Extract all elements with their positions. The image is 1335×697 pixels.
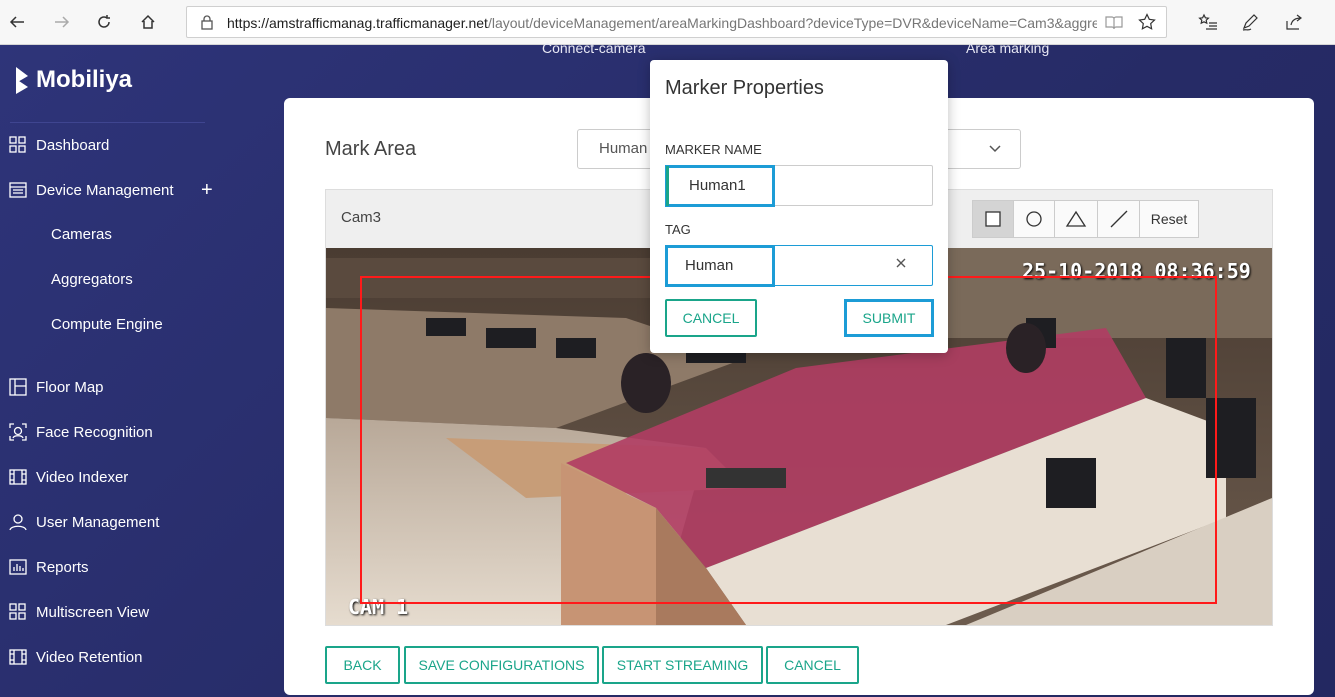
sidebar-item-label: Face Recognition — [36, 423, 153, 441]
browser-toolbar: https://amstrafficmanag.trafficmanager.n… — [0, 0, 1335, 45]
forward-arrow-icon[interactable] — [50, 10, 74, 34]
sidebar-item-device-management[interactable]: Device Management — [8, 176, 174, 204]
lock-icon — [201, 15, 213, 35]
sidebar-item-face-recognition[interactable]: Face Recognition — [8, 418, 153, 446]
sidebar-item-video-retention[interactable]: Video Retention — [8, 643, 142, 671]
sidebar-item-dashboard[interactable]: Dashboard — [8, 131, 109, 159]
address-bar[interactable]: https://amstrafficmanag.trafficmanager.n… — [186, 6, 1167, 38]
sidebar-item-user-management[interactable]: User Management — [8, 508, 159, 536]
home-icon[interactable] — [136, 10, 160, 34]
pen-notes-icon[interactable] — [1238, 10, 1262, 34]
floor-map-icon — [8, 377, 28, 397]
tag-label: TAG — [665, 222, 691, 237]
circle-tool[interactable] — [1014, 201, 1055, 237]
input-accent-bar — [666, 166, 669, 206]
dialog-cancel-button[interactable]: CANCEL — [665, 299, 757, 337]
step-area-marking: Area marking — [966, 40, 1050, 56]
triangle-icon — [1065, 210, 1087, 227]
sidebar-subitem-aggregators[interactable]: Aggregators — [51, 271, 133, 288]
sidebar-item-label: Reports — [36, 558, 89, 576]
sidebar-item-label: Floor Map — [36, 378, 104, 396]
favorite-star-icon[interactable] — [1138, 13, 1156, 36]
sidebar-item-floor-map[interactable]: Floor Map — [8, 373, 104, 401]
sidebar-item-label: Dashboard — [36, 136, 110, 154]
back-arrow-icon[interactable] — [5, 10, 29, 34]
tag-value: Human — [685, 257, 734, 274]
face-scan-icon — [8, 422, 28, 442]
line-icon — [1110, 210, 1127, 228]
sidebar-item-label: Device Management — [36, 181, 174, 199]
reset-button[interactable]: Reset — [1140, 201, 1198, 237]
user-icon — [8, 512, 28, 532]
line-tool[interactable] — [1098, 201, 1140, 237]
mobiliya-logo-icon — [16, 67, 28, 94]
favorites-list-icon[interactable] — [1196, 10, 1220, 34]
select-value: Human — [599, 140, 648, 157]
device-list-icon — [8, 180, 28, 200]
share-icon[interactable] — [1282, 10, 1306, 34]
sidebar-item-label: Multiscreen View — [36, 603, 150, 621]
brand-logo[interactable]: Mobiliya — [14, 65, 132, 95]
step-connect-camera: Connect-camera — [542, 40, 646, 56]
film-icon — [8, 467, 28, 487]
bar-chart-icon — [8, 557, 28, 577]
shape-toolbar: Reset — [972, 200, 1199, 238]
start-streaming-button[interactable]: START STREAMING — [602, 646, 763, 684]
film-icon — [8, 647, 28, 667]
reading-view-icon[interactable] — [1105, 15, 1123, 35]
save-configurations-button[interactable]: SAVE CONFIGURATIONS — [404, 646, 599, 684]
chevron-down-icon — [988, 138, 1002, 163]
sidebar-subitem-compute-engine[interactable]: Compute Engine — [51, 316, 163, 333]
camera-name: Cam3 — [341, 209, 382, 226]
grid-icon — [8, 602, 28, 622]
url-host: https://amstrafficmanag.trafficmanager.n… — [227, 15, 488, 31]
sidebar-item-video-indexer[interactable]: Video Indexer — [8, 463, 128, 491]
cancel-button[interactable]: CANCEL — [766, 646, 859, 684]
grid-icon — [8, 135, 28, 155]
clear-icon[interactable] — [894, 256, 908, 275]
page-title: Mark Area — [325, 138, 417, 160]
sidebar-item-multiscreen-view[interactable]: Multiscreen View — [8, 598, 149, 626]
sidebar-divider — [10, 122, 205, 123]
refresh-icon[interactable] — [92, 10, 116, 34]
dialog-title: Marker Properties — [665, 77, 824, 99]
marker-name-value: Human1 — [689, 177, 746, 194]
marker-name-label: MARKER NAME — [665, 142, 762, 157]
sidebar-item-label: Video Indexer — [36, 468, 129, 486]
square-icon — [985, 211, 1001, 227]
sidebar-item-reports[interactable]: Reports — [8, 553, 89, 581]
rectangle-tool[interactable] — [973, 201, 1014, 237]
circle-icon — [1026, 211, 1042, 227]
url-text: https://amstrafficmanag.trafficmanager.n… — [227, 15, 1097, 31]
url-path: /layout/deviceManagement/areaMarkingDash… — [487, 15, 1097, 31]
triangle-tool[interactable] — [1055, 201, 1098, 237]
sidebar-item-label: User Management — [36, 513, 160, 531]
sidebar-item-label: Video Retention — [36, 648, 143, 666]
sidebar-subitem-cameras[interactable]: Cameras — [51, 226, 112, 243]
back-button[interactable]: BACK — [325, 646, 400, 684]
dialog-submit-button[interactable]: SUBMIT — [844, 299, 934, 337]
brand-name: Mobiliya — [36, 66, 133, 93]
expand-plus-icon[interactable]: + — [201, 179, 213, 202]
